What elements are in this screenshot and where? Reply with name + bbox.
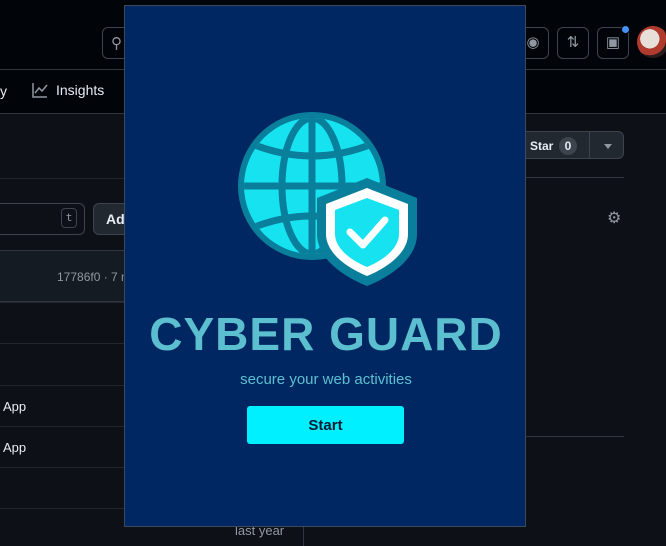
star-count: 0: [559, 137, 577, 155]
gear-icon[interactable]: ⚙: [607, 208, 621, 228]
file-row-label: App: [3, 399, 27, 414]
repo-nav-activity-tab[interactable]: y: [0, 83, 7, 99]
issue-icon: ◉: [526, 34, 540, 51]
notification-dot: [621, 25, 630, 34]
insights-label: Insights: [56, 82, 105, 98]
star-label: Star: [530, 139, 554, 153]
pull-requests-button[interactable]: ⇅: [557, 27, 589, 59]
popup-title: CYBER GUARD: [149, 308, 503, 360]
start-button[interactable]: Start: [247, 406, 404, 444]
file-row-label: App: [3, 440, 27, 455]
star-button-group[interactable]: Star 0: [518, 131, 624, 159]
shortcut-key: t: [61, 208, 77, 228]
pull-request-icon: ⇅: [566, 34, 580, 51]
repo-nav-insights-tab[interactable]: Insights: [32, 82, 104, 98]
search-icon: ⚲: [111, 35, 122, 52]
inbox-icon: ▣: [605, 34, 621, 51]
avatar[interactable]: [637, 26, 666, 58]
commit-info[interactable]: 17786f0 · 7 m: [57, 270, 131, 284]
chevron-down-icon: [604, 144, 612, 149]
popup-subtitle: secure your web activities: [240, 371, 412, 388]
cyber-guard-popup: CYBER GUARD secure your web activities S…: [124, 5, 526, 527]
globe-shield-logo-icon: [238, 112, 417, 286]
graph-icon: [32, 83, 48, 98]
